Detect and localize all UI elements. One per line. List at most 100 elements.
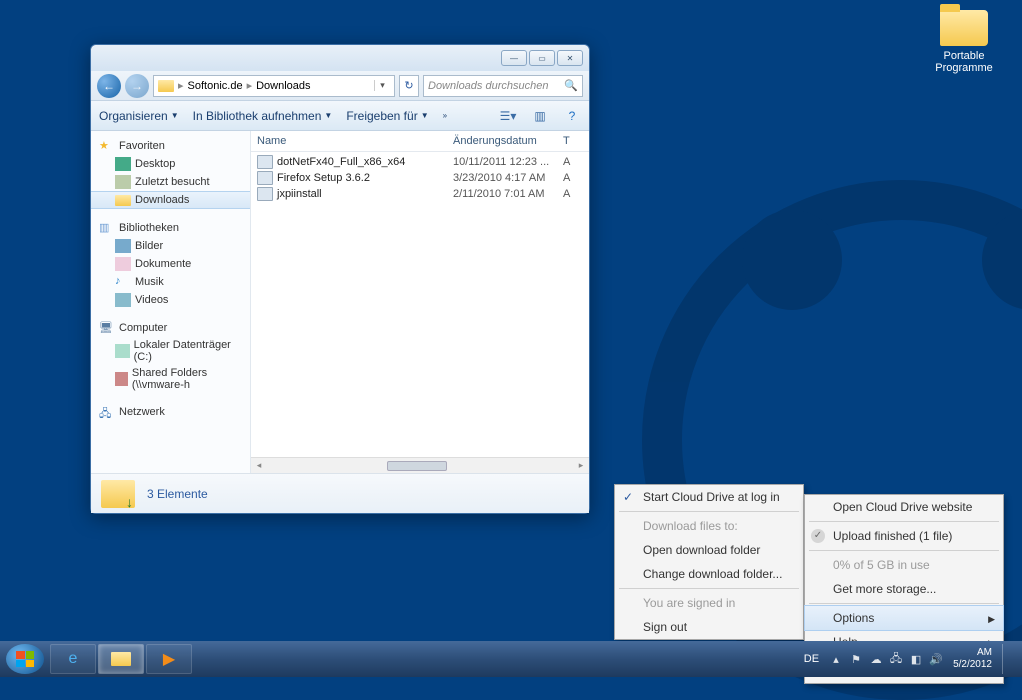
share-menu[interactable]: Freigeben für▼ — [346, 109, 428, 123]
maximize-button[interactable]: ▭ — [529, 50, 555, 66]
clock[interactable]: AM 5/2/2012 — [949, 647, 996, 671]
library-icon: ▥ — [99, 221, 115, 235]
minimize-button[interactable]: — — [501, 50, 527, 66]
sidebar-item-downloads[interactable]: Downloads — [91, 191, 250, 209]
folder-icon — [158, 80, 174, 92]
sidebar-item-music[interactable]: ♪Musik — [91, 273, 250, 291]
column-headers[interactable]: Name Änderungsdatum T — [251, 131, 589, 152]
check-icon: ✓ — [811, 529, 825, 543]
sidebar-item-desktop[interactable]: Desktop — [91, 155, 250, 173]
network-group[interactable]: 🖧Netzwerk — [91, 403, 250, 421]
start-button[interactable] — [6, 644, 44, 674]
close-button[interactable]: ✕ — [557, 50, 583, 66]
file-type: A — [563, 188, 583, 200]
file-type: A — [563, 156, 583, 168]
file-icon — [257, 187, 273, 201]
search-placeholder: Downloads durchsuchen — [428, 80, 548, 92]
chevron-right-icon: ▶ — [988, 614, 995, 625]
preview-pane-button[interactable]: ▥ — [531, 108, 549, 124]
tray-cloud-icon[interactable]: ☁ — [869, 653, 883, 666]
computer-icon: 🖥 — [99, 321, 115, 335]
menu-storage-usage: 0% of 5 GB in use — [805, 553, 1003, 577]
sidebar-item-recent[interactable]: Zuletzt besucht — [91, 173, 250, 191]
menu-open-website[interactable]: Open Cloud Drive website — [805, 495, 1003, 519]
file-date: 10/11/2011 12:23 ... — [453, 156, 563, 168]
menu-signed-in-label: You are signed in — [615, 591, 803, 615]
sidebar-item-local-disk[interactable]: Lokaler Datenträger (C:) — [91, 337, 250, 365]
recent-icon — [115, 175, 131, 189]
folder-icon — [115, 195, 131, 206]
status-text: 3 Elemente — [147, 487, 208, 501]
desktop-icon-portable-programme[interactable]: Portable Programme — [926, 10, 1002, 74]
libraries-group[interactable]: ▥Bibliotheken — [91, 219, 250, 237]
menu-sign-out[interactable]: Sign out — [615, 615, 803, 639]
chevron-right-icon: ▸ — [247, 79, 253, 92]
chevron-right-icon: ▸ — [178, 79, 184, 92]
breadcrumb-current[interactable]: Downloads — [256, 80, 310, 92]
taskbar-explorer-button[interactable] — [98, 644, 144, 674]
drive-icon — [115, 344, 130, 358]
language-indicator[interactable]: DE — [800, 651, 823, 667]
navigation-pane: ★Favoriten Desktop Zuletzt besucht Downl… — [91, 131, 251, 473]
forward-button[interactable]: → — [125, 74, 149, 98]
tray-network-icon[interactable]: 🖧 — [889, 650, 903, 669]
network-icon: 🖧 — [99, 405, 115, 419]
search-icon: 🔍 — [564, 79, 578, 92]
menu-options[interactable]: Options▶ — [804, 605, 1004, 631]
menu-start-at-login[interactable]: Start Cloud Drive at log in — [615, 485, 803, 509]
include-in-library-menu[interactable]: In Bibliothek aufnehmen▼ — [193, 109, 333, 123]
documents-icon — [115, 257, 131, 271]
menu-upload-finished[interactable]: ✓Upload finished (1 file) — [805, 524, 1003, 548]
menu-get-more-storage[interactable]: Get more storage... — [805, 577, 1003, 601]
pictures-icon — [115, 239, 131, 253]
overflow-chevron-icon[interactable]: » — [443, 111, 447, 120]
sidebar-item-documents[interactable]: Dokumente — [91, 255, 250, 273]
sidebar-item-pictures[interactable]: Bilder — [91, 237, 250, 255]
desktop-icon — [115, 157, 131, 171]
breadcrumb-root[interactable]: Softonic.de — [188, 80, 243, 92]
column-type[interactable]: T — [563, 135, 583, 147]
tray-up-icon[interactable]: ▴ — [829, 653, 843, 666]
taskbar: e ▶ DE ▴ ⚑ ☁ 🖧 ◧ 🔊 AM 5/2/2012 — [0, 641, 1022, 677]
computer-group[interactable]: 🖥Computer — [91, 319, 250, 337]
tray-action-center-icon[interactable]: ⚑ — [849, 653, 863, 666]
folder-icon — [940, 10, 988, 46]
address-dropdown[interactable]: ▾ — [374, 80, 390, 91]
menu-change-download-folder[interactable]: Change download folder... — [615, 562, 803, 586]
address-bar[interactable]: ▸ Softonic.de ▸ Downloads ▾ — [153, 75, 395, 97]
table-row[interactable]: dotNetFx40_Full_x86_x6410/11/2011 12:23 … — [257, 154, 583, 170]
navigation-bar: ← → ▸ Softonic.de ▸ Downloads ▾ ↻ Downlo… — [91, 71, 589, 101]
file-icon — [257, 171, 273, 185]
sidebar-item-videos[interactable]: Videos — [91, 291, 250, 309]
titlebar[interactable]: — ▭ ✕ — [91, 45, 589, 71]
videos-icon — [115, 293, 131, 307]
music-icon: ♪ — [115, 275, 131, 289]
tray-volume-icon[interactable]: 🔊 — [929, 653, 943, 666]
column-name[interactable]: Name — [257, 135, 453, 147]
taskbar-media-player-button[interactable]: ▶ — [146, 644, 192, 674]
favorites-group[interactable]: ★Favoriten — [91, 137, 250, 155]
taskbar-ie-button[interactable]: e — [50, 644, 96, 674]
help-button[interactable]: ? — [563, 108, 581, 124]
tray-context-menu: Start Cloud Drive at log in Download fil… — [614, 484, 804, 640]
tray-app-icon[interactable]: ◧ — [909, 653, 923, 666]
folder-icon — [111, 652, 131, 666]
desktop-icon-label: Portable Programme — [926, 50, 1002, 74]
table-row[interactable]: Firefox Setup 3.6.23/23/2010 4:17 AMA — [257, 170, 583, 186]
column-modified[interactable]: Änderungsdatum — [453, 135, 563, 147]
organize-menu[interactable]: Organisieren▼ — [99, 109, 179, 123]
horizontal-scrollbar[interactable]: ◂▸ — [251, 457, 589, 473]
back-button[interactable]: ← — [97, 74, 121, 98]
menu-open-download-folder[interactable]: Open download folder — [615, 538, 803, 562]
view-mode-button[interactable]: ☰▾ — [499, 108, 517, 124]
system-tray: DE ▴ ⚑ ☁ 🖧 ◧ 🔊 AM 5/2/2012 — [800, 644, 1016, 674]
sidebar-item-shared-folders[interactable]: Shared Folders (\\vmware-h — [91, 365, 250, 393]
show-desktop-button[interactable] — [1002, 644, 1010, 674]
table-row[interactable]: jxpiinstall2/11/2010 7:01 AMA — [257, 186, 583, 202]
star-icon: ★ — [99, 139, 115, 153]
file-icon — [257, 155, 273, 169]
search-input[interactable]: Downloads durchsuchen 🔍 — [423, 75, 583, 97]
file-date: 3/23/2010 4:17 AM — [453, 172, 563, 184]
refresh-button[interactable]: ↻ — [399, 75, 419, 97]
status-bar: 3 Elemente — [91, 473, 589, 513]
